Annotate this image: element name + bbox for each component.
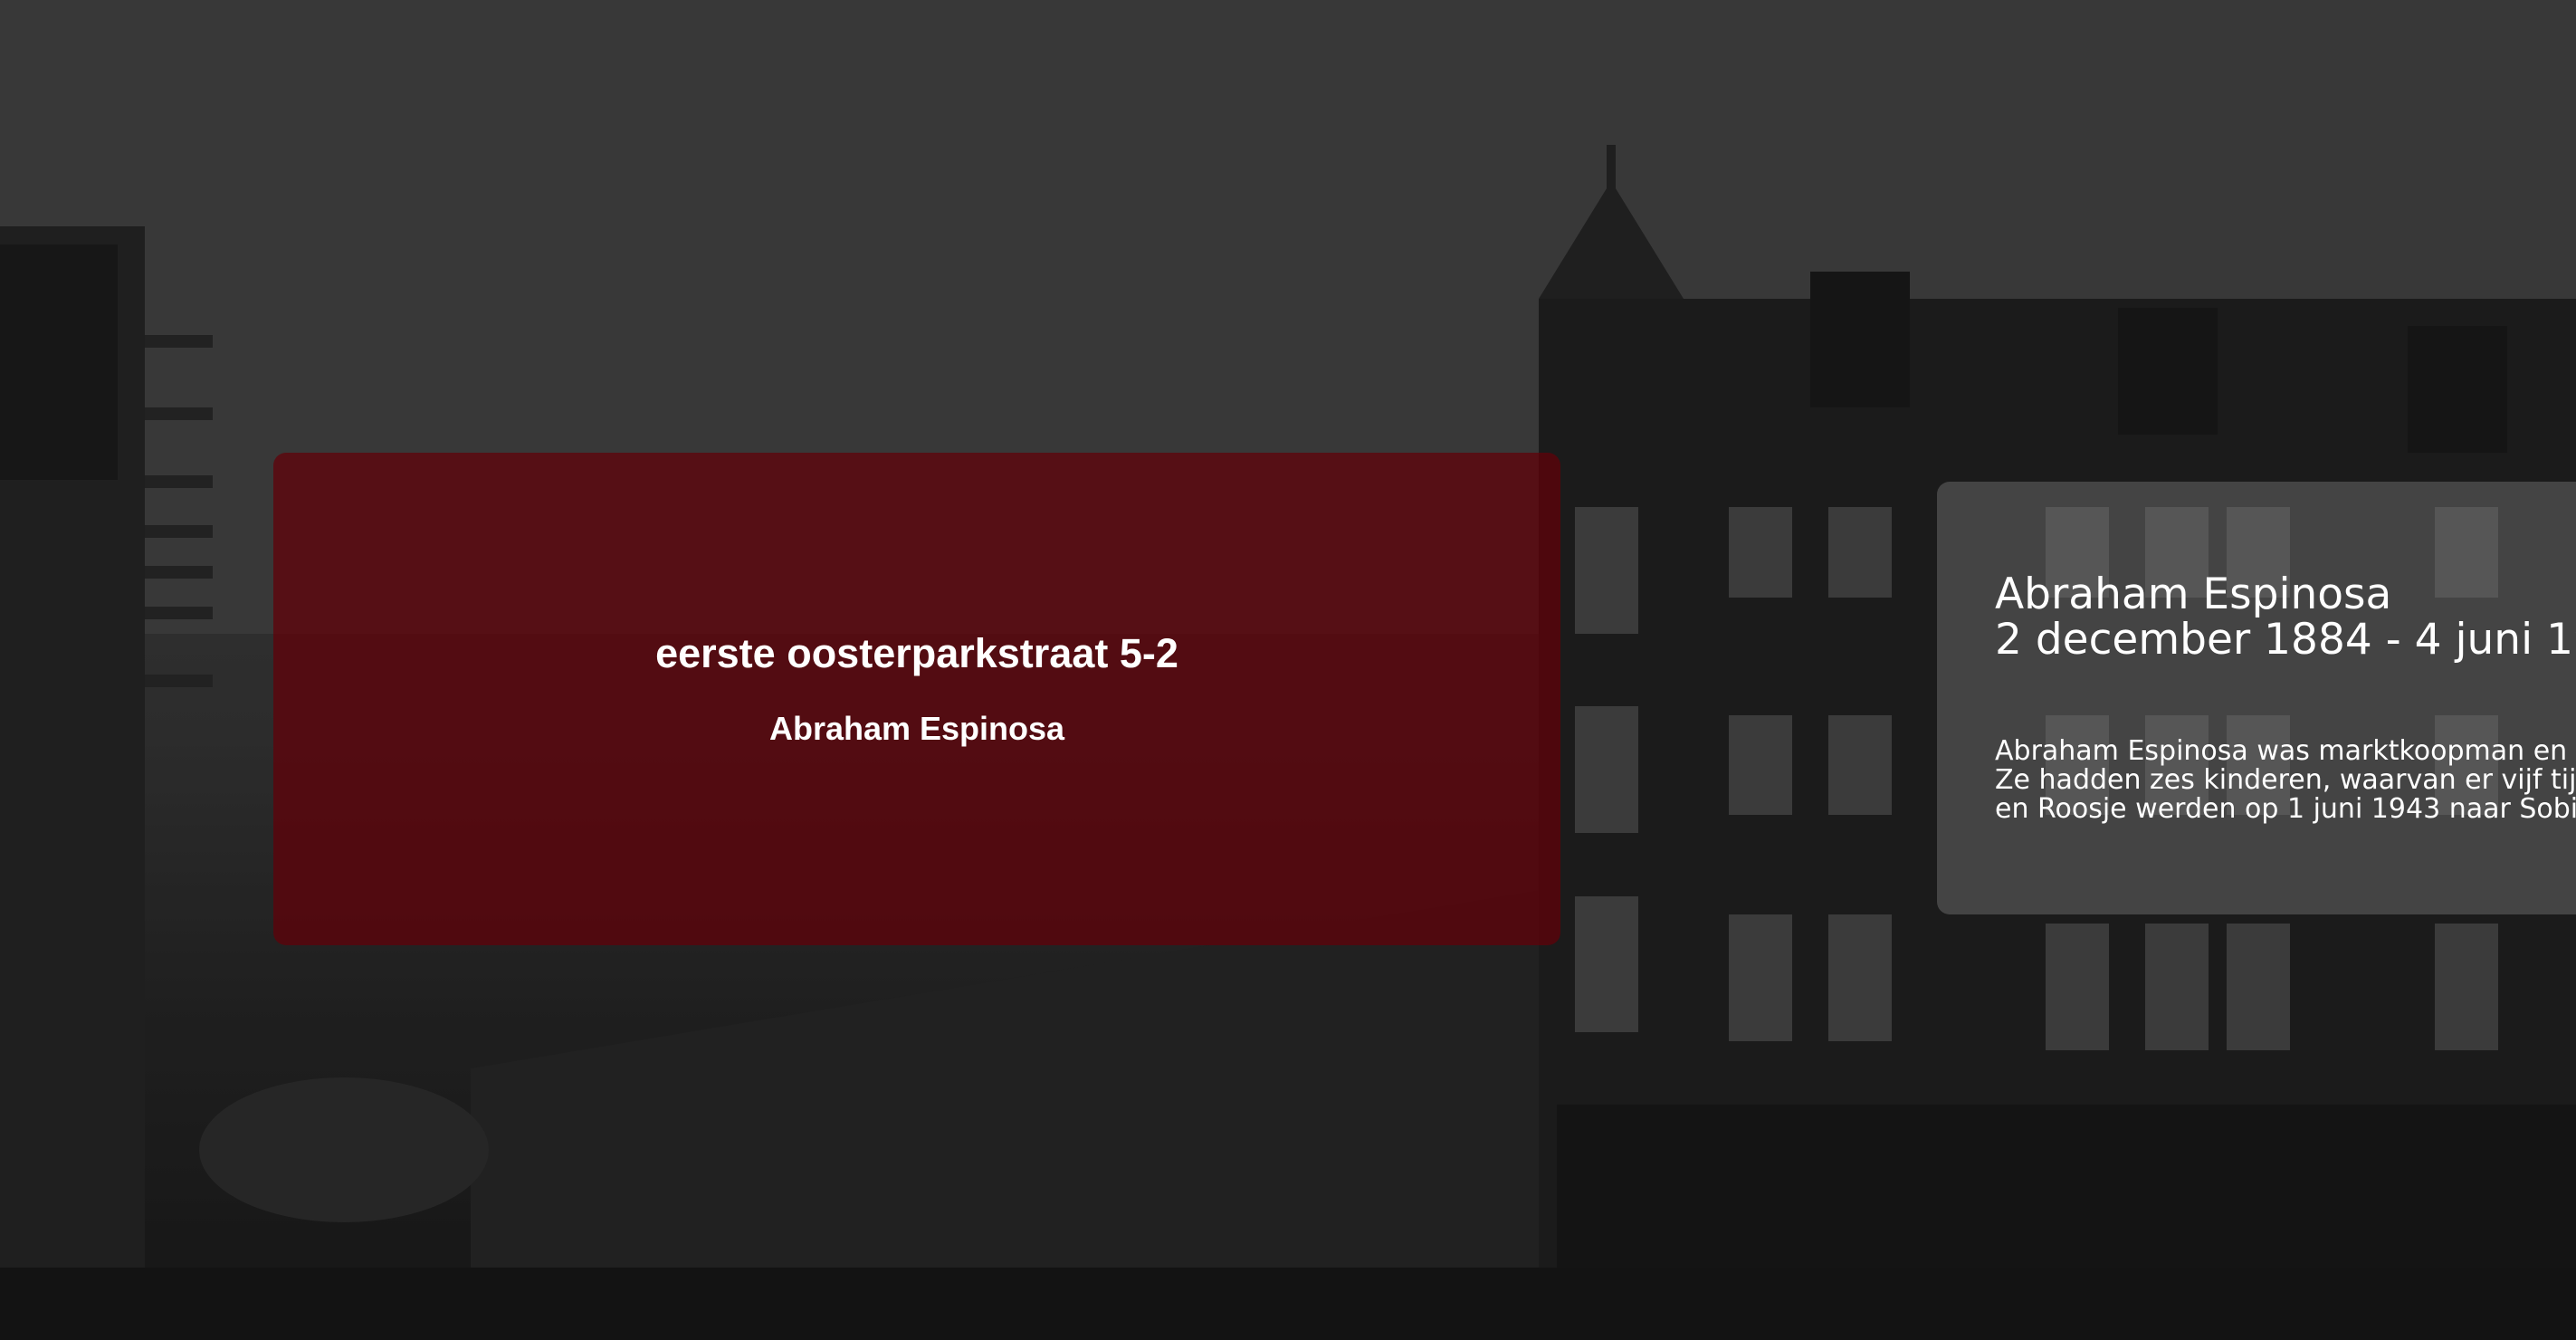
bio-text-line: en Roosje werden op 1 juni 1943 naar Sob…	[1995, 793, 2576, 825]
bio-text-line: Abraham Espinosa was marktkoopman en v	[1995, 735, 2576, 767]
bio-name: Abraham Espinosa	[1995, 570, 2392, 619]
bio-text: Abraham Espinosa was marktkoopman en v Z…	[1995, 737, 2576, 824]
address-card[interactable]: eerste oosterparkstraat 5-2 Abraham Espi…	[273, 453, 1560, 945]
address-title: eerste oosterparkstraat 5-2	[655, 630, 1178, 676]
page: eerste oosterparkstraat 5-2 Abraham Espi…	[0, 0, 2576, 1340]
bio-dates: 2 december 1884 - 4 juni 194	[1995, 615, 2576, 665]
resident-name: Abraham Espinosa	[768, 710, 1065, 747]
biography-card[interactable]: Abraham Espinosa 2 december 1884 - 4 jun…	[1937, 482, 2576, 914]
bio-text-line: Ze hadden zes kinderen, waarvan er vijf …	[1995, 764, 2576, 796]
